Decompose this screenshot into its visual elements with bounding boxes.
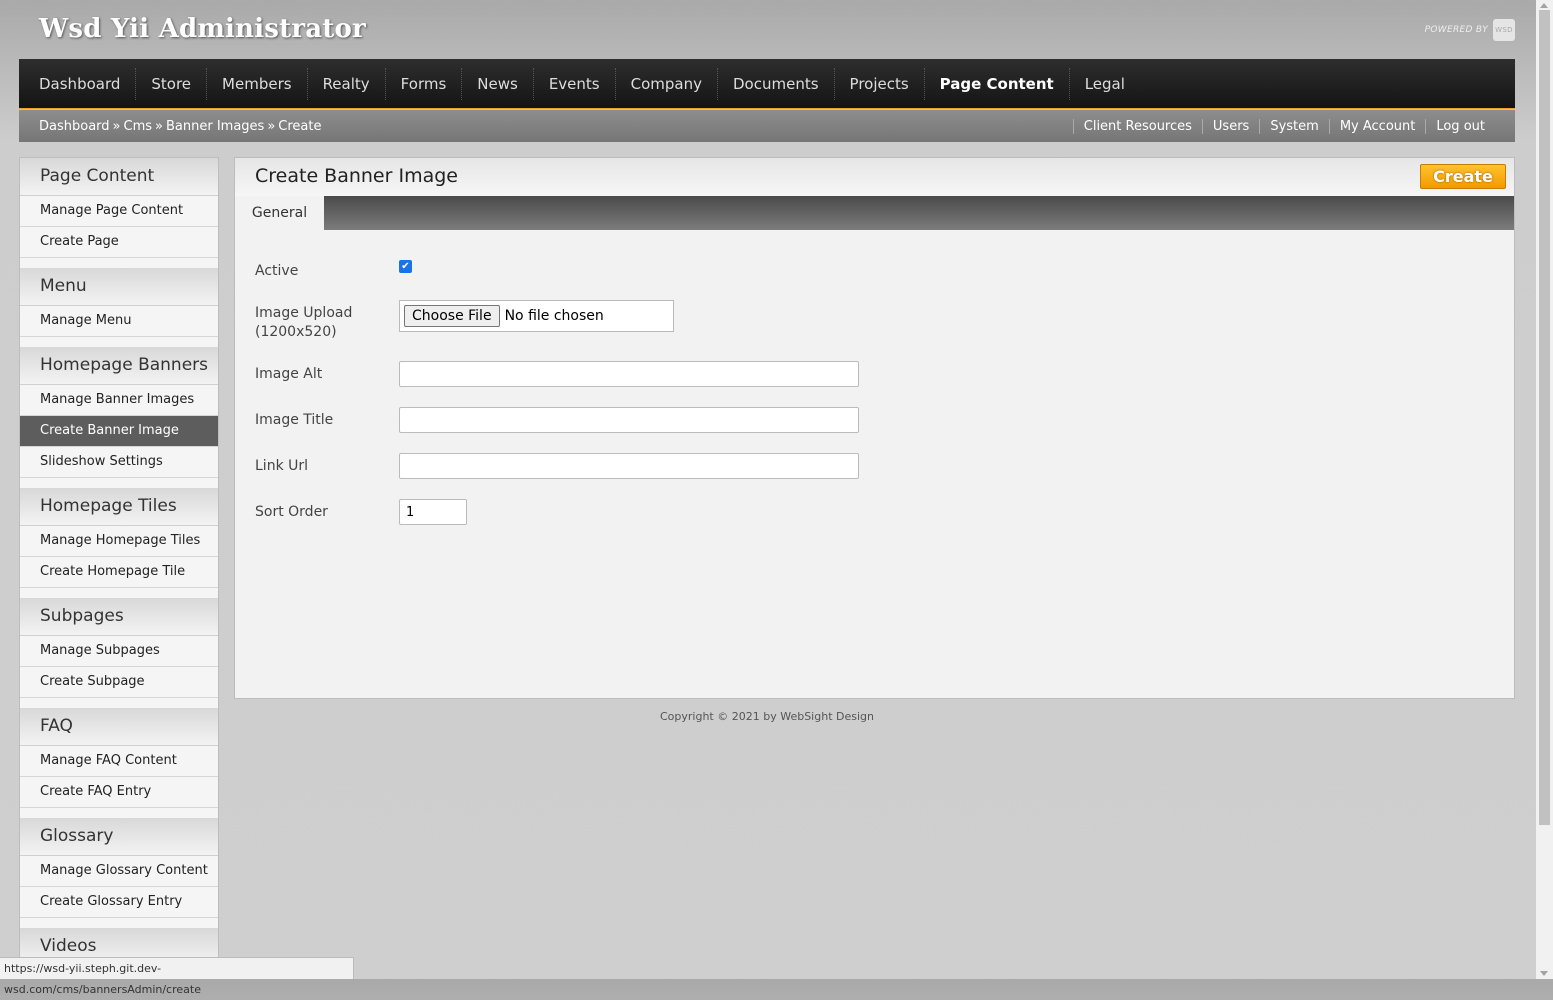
- sidebar: Page Content Manage Page Content Create Pa…: [19, 157, 219, 979]
- link-url-label: Link Url: [255, 458, 309, 474]
- nav-item-store[interactable]: Store: [135, 67, 206, 100]
- image-alt-label: Image Alt: [255, 366, 323, 382]
- form-row-title: Image Title: [255, 407, 859, 433]
- breadcrumb-banner-images[interactable]: Banner Images: [166, 119, 264, 134]
- nav-item-forms[interactable]: Forms: [384, 67, 462, 100]
- sub-bar: Dashboard» Cms» Banner Images» Create Clien…: [19, 110, 1515, 142]
- main-header: Create Banner Image Create: [235, 158, 1514, 196]
- check-icon: ✔: [401, 261, 410, 272]
- top-nav: Dashboard Store Members Realty Forms News Even…: [19, 59, 1515, 109]
- sidebar-item-manage-glossary-content[interactable]: Manage Glossary Content: [20, 856, 218, 887]
- form-row-link: Link Url: [255, 453, 859, 479]
- sidebar-spacer: [20, 478, 218, 488]
- image-title-input[interactable]: [399, 407, 859, 433]
- create-button[interactable]: Create: [1420, 164, 1506, 189]
- breadcrumb-separator: »: [112, 118, 121, 134]
- user-link-users[interactable]: Users: [1201, 118, 1259, 134]
- breadcrumb-separator: »: [155, 118, 163, 134]
- breadcrumb: Dashboard» Cms» Banner Images» Create: [39, 119, 321, 134]
- sidebar-item-create-glossary-entry[interactable]: Create Glossary Entry: [20, 887, 218, 918]
- sidebar-item-create-faq-entry[interactable]: Create FAQ Entry: [20, 777, 218, 808]
- scroll-up-arrow-icon[interactable]: [1540, 3, 1548, 8]
- sidebar-item-create-subpage[interactable]: Create Subpage: [20, 667, 218, 698]
- user-links: Client Resources Users System My Account Log…: [1072, 118, 1495, 134]
- nav-item-page-content[interactable]: Page Content: [923, 67, 1069, 100]
- sidebar-item-create-page[interactable]: Create Page: [20, 227, 218, 258]
- nav-item-documents[interactable]: Documents: [717, 67, 834, 100]
- sidebar-spacer: [20, 258, 218, 268]
- nav-item-news[interactable]: News: [461, 67, 533, 100]
- sidebar-item-manage-faq-content[interactable]: Manage FAQ Content: [20, 746, 218, 777]
- powered-by-label: POWERED BY: [1424, 25, 1488, 35]
- sidebar-group-page-content: Page Content: [20, 158, 218, 196]
- sidebar-spacer: [20, 588, 218, 598]
- sort-order-label: Sort Order: [255, 504, 328, 520]
- scroll-thumb[interactable]: [1539, 10, 1550, 825]
- file-upload-field[interactable]: Choose File No file chosen: [399, 300, 674, 332]
- form-row-active: Active ✔: [255, 260, 412, 281]
- sidebar-group-menu: Menu: [20, 268, 218, 306]
- upload-label-text: Image Upload: [255, 305, 353, 321]
- sidebar-spacer: [20, 918, 218, 928]
- sidebar-item-create-banner-image[interactable]: Create Banner Image: [20, 416, 218, 447]
- breadcrumb-dashboard[interactable]: Dashboard: [39, 119, 110, 134]
- footer-copyright: Copyright © 2021 by WebSight Design: [660, 710, 874, 723]
- breadcrumb-separator: »: [267, 118, 276, 134]
- sidebar-group-homepage-tiles: Homepage Tiles: [20, 488, 218, 526]
- sidebar-group-glossary: Glossary: [20, 818, 218, 856]
- sidebar-item-manage-homepage-tiles[interactable]: Manage Homepage Tiles: [20, 526, 218, 557]
- sort-order-input[interactable]: [399, 499, 467, 525]
- sidebar-item-manage-banner-images[interactable]: Manage Banner Images: [20, 385, 218, 416]
- sidebar-spacer: [20, 337, 218, 347]
- tab-general[interactable]: General: [235, 196, 324, 230]
- user-link-system[interactable]: System: [1259, 118, 1328, 134]
- nav-item-events[interactable]: Events: [532, 67, 615, 100]
- form-row-upload: Image Upload (1200x520) Choose File No f…: [255, 300, 674, 342]
- nav-item-members[interactable]: Members: [206, 67, 307, 100]
- user-link-client-resources[interactable]: Client Resources: [1072, 118, 1202, 134]
- nav-item-realty[interactable]: Realty: [306, 67, 385, 100]
- app-title: Wsd Yii Administrator: [39, 14, 366, 44]
- nav-item-dashboard[interactable]: Dashboard: [23, 68, 135, 100]
- breadcrumb-create: Create: [278, 118, 322, 134]
- scroll-down-arrow-icon[interactable]: [1540, 971, 1548, 976]
- sidebar-item-manage-menu[interactable]: Manage Menu: [20, 306, 218, 337]
- breadcrumb-cms[interactable]: Cms: [124, 119, 153, 134]
- form-row-sort: Sort Order: [255, 499, 467, 525]
- upload-hint: (1200x520): [255, 324, 337, 340]
- nav-item-company[interactable]: Company: [614, 67, 717, 100]
- upload-label: Image Upload (1200x520): [255, 304, 399, 342]
- user-link-my-account[interactable]: My Account: [1328, 118, 1426, 134]
- sidebar-group-subpages: Subpages: [20, 598, 218, 636]
- sidebar-group-faq: FAQ: [20, 708, 218, 746]
- sidebar-item-slideshow-settings[interactable]: Slideshow Settings: [20, 447, 218, 478]
- image-alt-input[interactable]: [399, 361, 859, 387]
- link-url-input[interactable]: [399, 453, 859, 479]
- choose-file-button[interactable]: Choose File: [404, 305, 500, 327]
- active-checkbox[interactable]: ✔: [399, 260, 412, 273]
- wsd-logo-icon: WSD: [1493, 19, 1515, 41]
- user-link-log-out[interactable]: Log out: [1425, 118, 1495, 134]
- nav-item-projects[interactable]: Projects: [833, 67, 924, 100]
- scrollbar[interactable]: [1536, 0, 1553, 979]
- sidebar-item-manage-page-content[interactable]: Manage Page Content: [20, 196, 218, 227]
- active-label: Active: [255, 263, 299, 279]
- sidebar-item-create-homepage-tile[interactable]: Create Homepage Tile: [20, 557, 218, 588]
- page-title: Create Banner Image: [255, 165, 458, 187]
- form-row-alt: Image Alt: [255, 361, 859, 387]
- sidebar-group-homepage-banners: Homepage Banners: [20, 347, 218, 385]
- image-title-label: Image Title: [255, 412, 334, 428]
- tab-bar: General: [235, 196, 1514, 230]
- sidebar-item-manage-subpages[interactable]: Manage Subpages: [20, 636, 218, 667]
- status-bar-url: https://wsd-yii.steph.git.dev-wsd.com/cm…: [0, 957, 354, 996]
- nav-item-legal[interactable]: Legal: [1068, 67, 1140, 100]
- sidebar-spacer: [20, 698, 218, 708]
- powered-by: POWERED BY WSD: [1425, 19, 1515, 41]
- main-panel: Create Banner Image Create General Activ…: [234, 157, 1515, 699]
- sidebar-spacer: [20, 808, 218, 818]
- file-status: No file chosen: [504, 308, 604, 324]
